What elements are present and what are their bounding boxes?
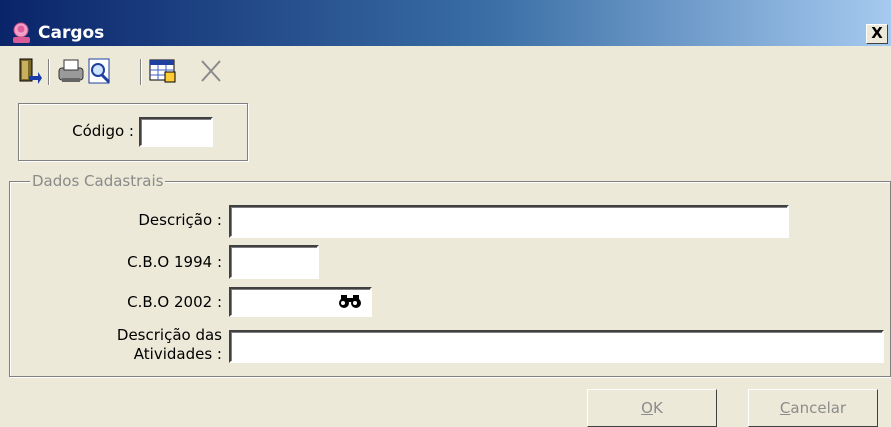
exit-button[interactable] bbox=[14, 56, 42, 86]
print-button[interactable] bbox=[56, 56, 84, 86]
codigo-input[interactable] bbox=[139, 117, 213, 147]
codigo-label: Código : bbox=[72, 122, 134, 140]
toolbar-separator bbox=[48, 59, 50, 85]
cbo2002-label: C.B.O 2002 : bbox=[127, 293, 222, 311]
cancel-button[interactable]: Cancelar bbox=[748, 389, 878, 427]
search-button[interactable] bbox=[330, 289, 370, 315]
descricao-input[interactable] bbox=[229, 205, 789, 238]
grid-icon bbox=[149, 59, 176, 83]
dados-cadastrais-legend: Dados Cadastrais bbox=[30, 171, 166, 191]
toolbar bbox=[0, 56, 891, 88]
title-bar: Cargos X bbox=[0, 0, 891, 46]
person-icon bbox=[10, 22, 34, 44]
grid-button[interactable] bbox=[148, 56, 176, 86]
binoculars-icon bbox=[339, 295, 361, 308]
atividades-label: Descrição das Atividades : bbox=[116, 326, 222, 363]
toolbar-separator bbox=[140, 59, 142, 85]
descricao-label: Descrição : bbox=[138, 211, 222, 229]
close-button[interactable]: X bbox=[866, 24, 888, 44]
cbo1994-input[interactable] bbox=[229, 245, 319, 279]
close-icon: X bbox=[871, 24, 883, 42]
print-icon bbox=[58, 59, 84, 82]
cbo1994-label: C.B.O 1994 : bbox=[127, 253, 222, 271]
preview-button[interactable] bbox=[86, 56, 114, 86]
window-title: Cargos bbox=[38, 23, 105, 43]
delete-button[interactable] bbox=[198, 56, 226, 86]
preview-icon bbox=[88, 58, 111, 84]
ok-button[interactable]: OK bbox=[587, 389, 717, 427]
delete-icon bbox=[201, 60, 221, 82]
exit-icon bbox=[19, 58, 42, 84]
atividades-input[interactable] bbox=[229, 330, 884, 363]
